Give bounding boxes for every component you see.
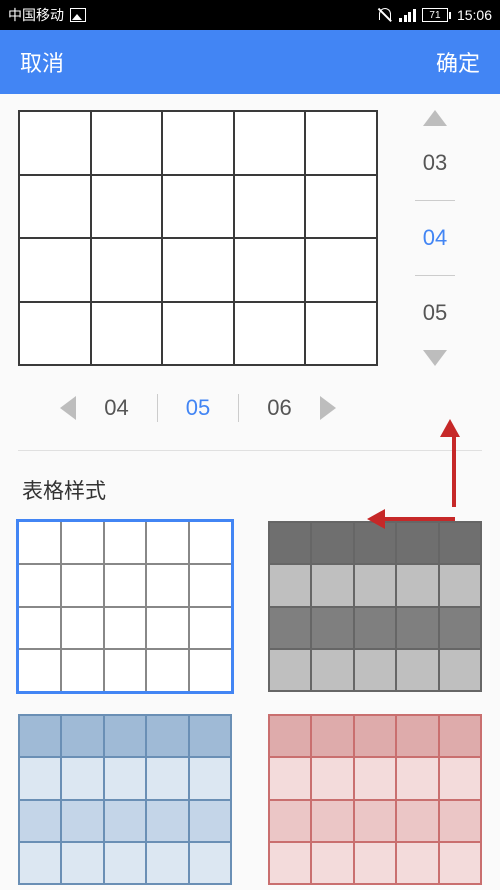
col-prev-value[interactable]: 04 — [94, 395, 138, 421]
battery-level: 71 — [429, 10, 440, 21]
clock: 15:06 — [457, 7, 492, 23]
row-down-icon[interactable] — [423, 350, 447, 366]
signal-icon — [399, 8, 416, 22]
row-up-icon[interactable] — [423, 110, 447, 126]
table-styles-grid — [18, 521, 482, 890]
row-count-spinner[interactable]: 03 04 05 — [378, 110, 482, 366]
row-prev-value[interactable]: 03 — [423, 144, 447, 182]
battery-icon: 71 — [422, 8, 451, 22]
style-option-blue[interactable] — [18, 714, 232, 885]
styles-section-title: 表格样式 — [18, 475, 482, 505]
row-next-value[interactable]: 05 — [423, 294, 447, 332]
style-option-gray[interactable] — [268, 521, 482, 692]
col-next-value[interactable]: 06 — [257, 395, 301, 421]
dialog-content: 03 04 05 04 05 06 表格样式 — [0, 94, 500, 890]
status-bar: 中国移动 71 15:06 — [0, 0, 500, 30]
table-preview — [18, 110, 378, 366]
divider — [18, 450, 482, 451]
col-left-icon[interactable] — [60, 396, 76, 420]
carrier-label: 中国移动 — [8, 5, 64, 25]
screenshot-icon — [70, 8, 86, 22]
dialog-header: 取消 确定 — [0, 30, 500, 94]
style-option-plain[interactable] — [18, 521, 232, 692]
mute-icon — [377, 7, 393, 23]
confirm-button[interactable]: 确定 — [436, 46, 480, 78]
style-option-red[interactable] — [268, 714, 482, 885]
row-current-value[interactable]: 04 — [423, 219, 447, 257]
cancel-button[interactable]: 取消 — [20, 46, 64, 78]
column-count-spinner[interactable]: 04 05 06 — [18, 394, 378, 450]
col-right-icon[interactable] — [320, 396, 336, 420]
col-current-value[interactable]: 05 — [176, 395, 220, 421]
